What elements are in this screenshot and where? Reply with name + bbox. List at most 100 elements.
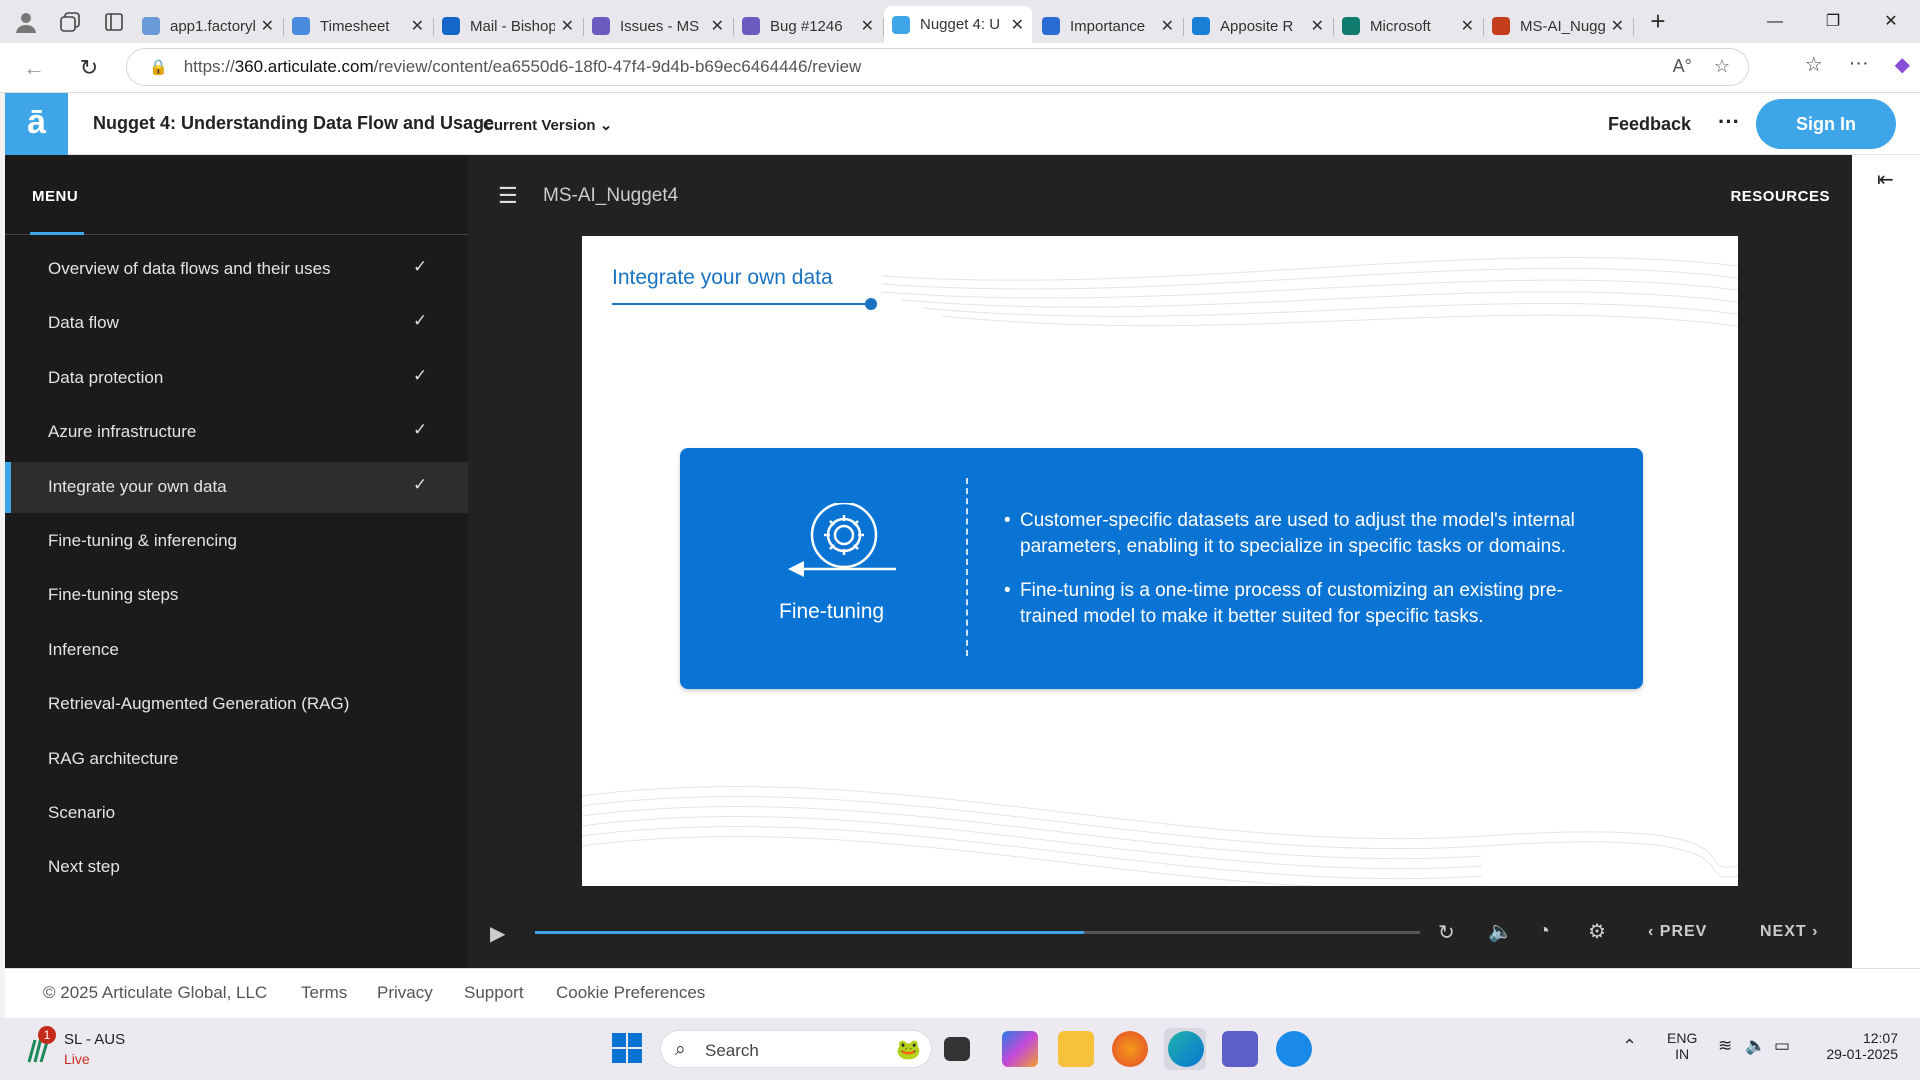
tab-separator — [1633, 18, 1634, 36]
weather-title: SL - AUS — [64, 1031, 126, 1048]
sign-in-button[interactable]: Sign In — [1756, 99, 1896, 149]
tab-close-icon[interactable]: ✕ — [261, 16, 274, 36]
refresh-icon[interactable]: ↻ — [74, 53, 104, 83]
resources-button[interactable]: RESOURCES — [1730, 188, 1830, 205]
prev-button[interactable]: ‹ PREV — [1648, 923, 1707, 941]
next-button[interactable]: NEXT › — [1760, 923, 1818, 941]
menu-item[interactable]: Data protection ✓ — [5, 353, 468, 404]
browser-tab[interactable]: Nugget 4: U ✕ — [884, 6, 1032, 43]
back-icon[interactable]: ← — [19, 53, 49, 83]
menu-item[interactable]: Scenario — [5, 788, 468, 839]
menu-item[interactable]: Inference — [5, 625, 468, 676]
clock[interactable]: 12:07 29-01-2025 — [1818, 1030, 1898, 1062]
minimize-icon[interactable]: — — [1746, 0, 1804, 43]
menu-item-label: Retrieval-Augmented Generation (RAG) — [48, 694, 350, 714]
tab-close-icon[interactable]: ✕ — [1611, 16, 1624, 36]
favorite-star-icon[interactable]: ☆ — [1714, 56, 1730, 77]
hamburger-icon[interactable]: ☰ — [498, 183, 518, 209]
tab-favicon-icon — [292, 17, 310, 35]
menu-item[interactable]: Fine-tuning steps — [5, 570, 468, 621]
restore-icon[interactable]: ❐ — [1804, 0, 1862, 43]
replay-icon[interactable]: ↻ — [1438, 920, 1455, 945]
browser-tab[interactable]: Apposite R ✕ — [1184, 9, 1334, 43]
workspaces-icon[interactable] — [52, 4, 88, 40]
time-text: 12:07 — [1862, 1030, 1898, 1046]
tab-label: Mail - Bishop — [470, 17, 555, 35]
start-icon[interactable] — [612, 1033, 642, 1068]
feedback-button[interactable]: Feedback — [1608, 114, 1691, 135]
teams-icon[interactable] — [1222, 1031, 1258, 1067]
menu-tab[interactable]: MENU — [5, 155, 468, 235]
menu-item[interactable]: RAG architecture — [5, 734, 468, 785]
menu-item[interactable]: Retrieval-Augmented Generation (RAG) — [5, 679, 468, 730]
speaker-icon[interactable]: 🔈 — [1745, 1036, 1766, 1056]
more-options-icon[interactable]: ··· — [1718, 109, 1740, 135]
check-icon: ✓ — [413, 311, 428, 331]
collapse-sidebar-icon[interactable]: ⇤ — [1877, 167, 1894, 192]
tab-close-icon[interactable]: ✕ — [1011, 15, 1024, 35]
wifi-icon[interactable]: ≋ — [1718, 1036, 1732, 1056]
browser-tab[interactable]: Importance ✕ — [1034, 9, 1184, 43]
close-window-icon[interactable]: ✕ — [1862, 0, 1920, 43]
tab-close-icon[interactable]: ✕ — [861, 16, 874, 36]
menu-item[interactable]: Integrate your own data ✓ — [5, 461, 468, 513]
tab-close-icon[interactable]: ✕ — [1311, 16, 1324, 36]
favorites-icon[interactable]: ☆ — [1805, 52, 1823, 77]
footer-cookie-link[interactable]: Cookie Preferences — [556, 983, 705, 1003]
collapse-panel: ⇤ — [1852, 155, 1920, 968]
settings-gear-icon[interactable]: ⚙ — [1588, 919, 1606, 944]
browser-tab[interactable]: app1.factoryhub ✕ — [134, 9, 284, 43]
articulate-logo[interactable]: ā — [5, 93, 68, 155]
chevron-up-icon[interactable]: ⌃ — [1622, 1036, 1637, 1057]
play-icon[interactable]: ▶ — [490, 921, 505, 946]
tab-close-icon[interactable]: ✕ — [711, 16, 724, 36]
seek-bar[interactable] — [535, 931, 1420, 934]
tab-close-icon[interactable]: ✕ — [1461, 16, 1474, 36]
tab-close-icon[interactable]: ✕ — [561, 16, 574, 36]
menu-item[interactable]: Next step — [5, 842, 468, 893]
profile-icon[interactable] — [8, 4, 44, 40]
playback-speed-icon[interactable]: ◔ — [1538, 920, 1550, 943]
menu-item[interactable]: Data flow ✓ — [5, 298, 468, 349]
footer-terms-link[interactable]: Terms — [301, 983, 347, 1003]
language-indicator[interactable]: ENG IN — [1667, 1030, 1697, 1062]
firefox-icon[interactable] — [1112, 1031, 1148, 1067]
tab-label: Bug #1246 — [770, 17, 843, 35]
settings-more-icon[interactable]: ··· — [1849, 52, 1869, 77]
page-footer: © 2025 Articulate Global, LLC Terms Priv… — [5, 968, 1920, 1018]
browser-tab[interactable]: Issues - MS ✕ — [584, 9, 734, 43]
browser-tab[interactable]: Timesheet ✕ — [284, 9, 434, 43]
footer-support-link[interactable]: Support — [464, 983, 524, 1003]
menu-item-label: Next step — [48, 857, 120, 877]
battery-icon[interactable]: ▭ — [1774, 1036, 1790, 1056]
bullet-1: Customer-specific datasets are used to a… — [1004, 508, 1614, 560]
read-aloud-icon[interactable]: A° — [1673, 56, 1692, 77]
tab-actions-icon[interactable] — [96, 4, 132, 40]
tab-close-icon[interactable]: ✕ — [411, 16, 424, 36]
browser-tab[interactable]: MS-AI_Nugg ✕ — [1484, 9, 1634, 43]
menu-item[interactable]: Overview of data flows and their uses ✓ — [5, 244, 468, 295]
browser-tab[interactable]: Bug #1246 ✕ — [734, 9, 884, 43]
file-explorer-icon[interactable] — [1058, 1031, 1094, 1067]
new-tab-button[interactable]: + — [1638, 6, 1678, 37]
menu-item-label: RAG architecture — [48, 748, 179, 768]
url-field[interactable]: 🔒 https://360.articulate.com/review/cont… — [126, 48, 1749, 86]
player-controls: ▶ ↻ 🔈 ◔ ⚙ ‹ PREV NEXT › — [468, 913, 1852, 953]
task-view-icon[interactable] — [944, 1037, 970, 1061]
menu-item-label: Data protection — [48, 367, 164, 387]
taskbar-search[interactable]: ⌕ Search 🐸 — [660, 1030, 932, 1068]
volume-icon[interactable]: 🔈 — [1488, 919, 1513, 944]
menu-item[interactable]: Azure infrastructure ✓ — [5, 407, 468, 458]
version-dropdown[interactable]: Current Version ⌄ — [483, 116, 612, 134]
lock-icon[interactable]: 🔒 — [149, 58, 168, 76]
copilot-app-icon[interactable] — [1002, 1031, 1038, 1067]
tab-favicon-icon — [442, 17, 460, 35]
browser-tab[interactable]: Mail - Bishop ✕ — [434, 9, 584, 43]
quick-assist-icon[interactable] — [1276, 1031, 1312, 1067]
browser-tab[interactable]: Microsoft ✕ — [1334, 9, 1484, 43]
tab-close-icon[interactable]: ✕ — [1161, 16, 1174, 36]
menu-item[interactable]: Fine-tuning & inferencing — [5, 516, 468, 567]
copilot-icon[interactable]: ◆ — [1895, 52, 1910, 77]
footer-privacy-link[interactable]: Privacy — [377, 983, 433, 1003]
edge-icon[interactable] — [1168, 1031, 1204, 1067]
